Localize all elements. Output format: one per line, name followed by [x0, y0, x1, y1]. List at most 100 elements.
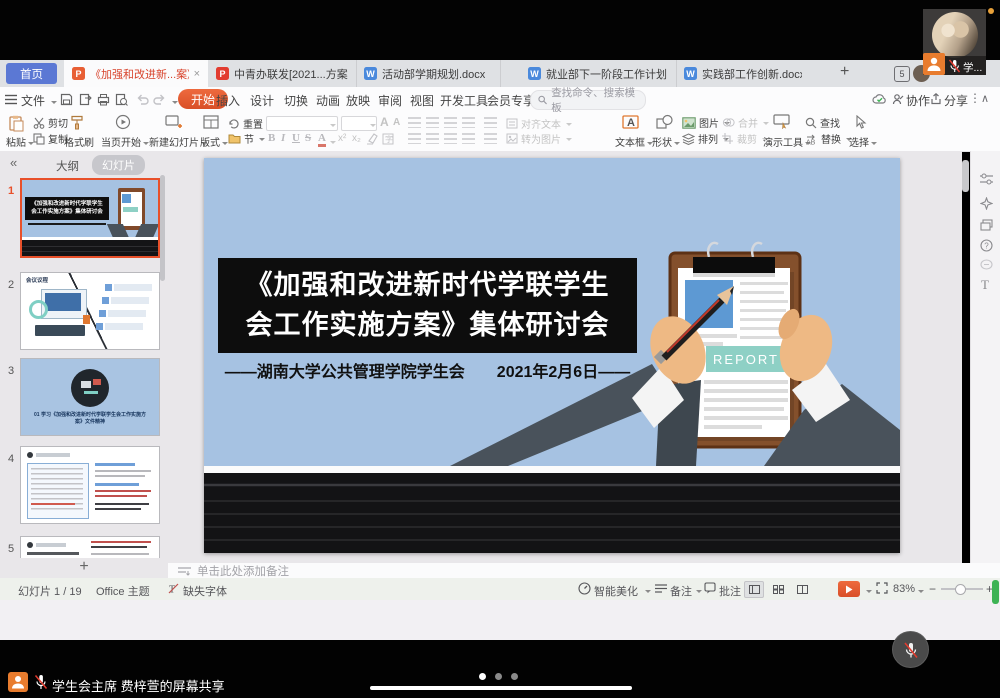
shapes-icon[interactable] — [656, 114, 673, 130]
notes-toggle-button[interactable]: 备注 — [670, 583, 692, 599]
clear-format-icon[interactable] — [366, 133, 378, 145]
slides-tab[interactable]: 幻灯片 — [92, 155, 145, 175]
bullets-button[interactable] — [408, 133, 421, 144]
subscript-button[interactable]: x₂ — [352, 133, 361, 144]
indent-decrease-button[interactable] — [444, 133, 457, 144]
comment-button[interactable]: 批注 — [719, 583, 741, 599]
redo-icon[interactable] — [153, 94, 166, 105]
file-menu[interactable]: 文件 — [21, 92, 45, 109]
command-search[interactable]: 查找命令、搜索模板 — [530, 90, 646, 110]
play-current-button[interactable]: 当页开始 — [101, 134, 149, 149]
rail-effects-icon[interactable] — [980, 197, 993, 210]
collab-icon[interactable] — [892, 93, 904, 105]
textbox-icon[interactable]: A — [622, 114, 639, 130]
present-tools-button[interactable]: 演示工具 — [763, 134, 811, 149]
ribbon-tab-view[interactable]: 视图 — [410, 92, 434, 109]
slide-thumbnail-1[interactable]: 《加强和改进新时代学联学生会工作实施方案》集体研讨会 — [20, 178, 160, 258]
output-icon[interactable] — [79, 93, 92, 106]
view-normal-button[interactable] — [744, 581, 764, 598]
shapes-button[interactable]: 形状 — [652, 134, 680, 149]
layout-button[interactable]: 版式 — [200, 134, 228, 149]
align-left-button[interactable] — [408, 117, 421, 128]
ribbon-tab-review[interactable]: 审阅 — [378, 92, 402, 109]
select-icon[interactable] — [853, 115, 867, 129]
ribbon-tab-animation[interactable]: 动画 — [316, 92, 340, 109]
zoom-out-button[interactable]: − — [929, 582, 936, 596]
view-reading-button[interactable] — [792, 581, 812, 598]
rail-comment-icon[interactable] — [980, 259, 993, 271]
tab-count-badge[interactable]: 5 — [894, 66, 910, 82]
copy-button[interactable]: 复制 — [33, 131, 68, 146]
find-button[interactable]: 查找 — [805, 115, 840, 130]
numbering-button[interactable] — [426, 133, 439, 144]
play-options-icon[interactable] — [866, 590, 872, 596]
meeting-side-handle[interactable] — [992, 580, 999, 604]
theme-label[interactable]: Office 主题 — [96, 583, 150, 599]
collab-label[interactable]: 协作 — [906, 92, 930, 109]
zoom-slider-knob[interactable] — [955, 584, 966, 595]
rail-help-icon[interactable]: ? — [980, 239, 993, 252]
indent-increase-button[interactable] — [462, 133, 475, 144]
hamburger-icon[interactable] — [5, 94, 17, 105]
textbox-button[interactable]: 文本框 — [615, 134, 653, 149]
slide-thumbnail-2[interactable]: 会议议程 — [20, 272, 160, 350]
ribbon-tab-insert[interactable]: 插入 — [216, 92, 240, 109]
tab-doc-word3[interactable]: W 实践部工作创新.docx — [676, 60, 810, 87]
view-sorter-button[interactable] — [768, 581, 788, 598]
play-slideshow-button[interactable] — [838, 581, 860, 597]
tab-home[interactable]: 首页 — [6, 63, 57, 84]
rail-text-tool-icon[interactable]: T — [981, 277, 989, 293]
slide-title[interactable]: 《加强和改进新时代学联学生 会工作实施方案》集体研讨会 — [218, 258, 637, 353]
cloud-sync-icon[interactable] — [872, 93, 887, 105]
page-dot[interactable] — [511, 673, 518, 680]
align-justify-button[interactable] — [462, 117, 475, 128]
new-slide-icon[interactable] — [165, 114, 182, 130]
preview-icon[interactable] — [115, 93, 128, 106]
add-slide-button[interactable]: + — [79, 558, 88, 575]
crop-button[interactable]: 裁剪 — [722, 131, 768, 146]
tab-doc-word1[interactable]: W 活动部学期规划.docx — [356, 60, 501, 87]
merge-shapes-button[interactable]: 合并 — [722, 115, 769, 130]
convert-to-picture-button[interactable]: 转为图片 — [506, 131, 572, 146]
collapse-panel-icon[interactable]: « — [10, 155, 17, 170]
floating-mic-button[interactable] — [892, 631, 929, 668]
font-color-button[interactable]: A — [318, 132, 326, 147]
share-icon[interactable] — [930, 93, 942, 105]
participant-video-tile[interactable]: 学... — [923, 9, 986, 75]
more-menu-icon[interactable]: ⋮ — [969, 91, 981, 105]
page-dot-active[interactable] — [479, 673, 486, 680]
canvas-scrollbar[interactable] — [962, 160, 969, 192]
ribbon-tab-devtools[interactable]: 开发工具 — [440, 92, 488, 109]
select-button[interactable]: 选择 — [849, 134, 877, 149]
collapse-ribbon-icon[interactable]: ∧ — [981, 92, 989, 105]
align-right-button[interactable] — [444, 117, 457, 128]
new-tab-button[interactable]: + — [840, 63, 849, 81]
slide-thumbnail-4[interactable] — [20, 446, 160, 524]
slide-editor[interactable]: REPORT — [204, 158, 900, 553]
ribbon-tab-design[interactable]: 设计 — [250, 92, 274, 109]
fit-window-icon[interactable] — [876, 582, 888, 594]
cut-button[interactable]: 剪切 — [33, 115, 68, 130]
ribbon-tab-slideshow[interactable]: 放映 — [346, 92, 370, 109]
ribbon-tab-member[interactable]: 会员专享 — [487, 92, 535, 109]
align-center-button[interactable] — [426, 117, 439, 128]
tab-close-icon[interactable]: × — [194, 68, 200, 80]
zoom-level[interactable]: 83% — [893, 583, 915, 595]
rail-window-icon[interactable] — [980, 219, 993, 231]
font-grow-button[interactable]: A — [380, 115, 389, 129]
new-slide-button[interactable]: 新建幻灯片 — [149, 134, 207, 149]
font-name-combo[interactable] — [266, 116, 338, 131]
save-icon[interactable] — [60, 93, 73, 106]
format-painter-icon[interactable] — [70, 115, 84, 130]
slide-thumbnail-5[interactable] — [20, 536, 160, 558]
page-dot[interactable] — [495, 673, 502, 680]
rail-properties-icon[interactable] — [980, 173, 993, 185]
missing-font-label[interactable]: 缺失字体 — [183, 583, 227, 599]
superscript-button[interactable]: x² — [338, 133, 346, 144]
print-icon[interactable] — [97, 93, 110, 106]
format-painter-button[interactable]: 格式刷 — [64, 134, 94, 149]
share-label[interactable]: 分享 — [944, 92, 968, 109]
font-shrink-button[interactable]: A — [393, 117, 400, 128]
slide-subtitle[interactable]: ——湖南大学公共管理学院学生会 2021年2月6日—— — [218, 358, 637, 382]
paste-icon[interactable] — [8, 115, 25, 132]
